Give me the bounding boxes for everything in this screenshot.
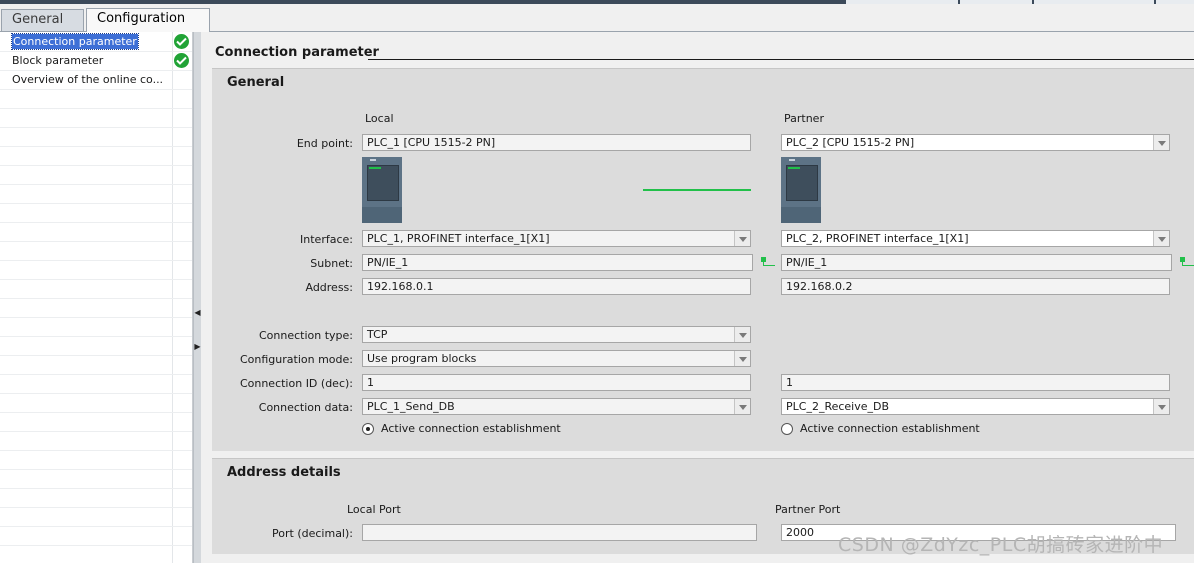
chevron-down-icon[interactable] [734,327,750,342]
page-title: Connection parameter [215,45,379,60]
local-connection-id-field[interactable]: 1 [362,374,751,391]
nav-empty-row [0,165,192,185]
local-active-establishment-label[interactable]: Active connection establishment [381,422,561,435]
connection-type-select[interactable]: TCP [362,326,751,343]
partner-port-header: Partner Port [775,503,841,516]
nav-empty-row [0,431,192,451]
tab-general[interactable]: General [1,9,84,31]
nav-empty-row [0,298,192,318]
partner-address-field[interactable]: 192.168.0.2 [781,278,1170,295]
nav-item-label[interactable]: Block parameter [12,53,103,68]
chevron-down-icon[interactable] [1153,231,1169,246]
interface-label: Interface: [300,233,353,246]
general-panel: General Local Partner End point: PLC_1 [… [212,68,1194,451]
local-interface-select[interactable]: PLC_1, PROFINET interface_1[X1] [362,230,751,247]
partner-interface-select[interactable]: PLC_2, PROFINET interface_1[X1] [781,230,1170,247]
local-port-header: Local Port [347,503,401,516]
inspector-tab-strip: General Configuration [0,4,1194,32]
nav-empty-row [0,374,192,394]
check-icon [174,53,189,68]
nav-empty-row [0,241,192,261]
nav-item-label[interactable]: Connection parameter [11,33,139,50]
chevron-down-icon[interactable] [1153,135,1169,150]
chevron-down-icon[interactable] [734,231,750,246]
partner-connection-id-field[interactable]: 1 [781,374,1170,391]
nav-empty-row [0,222,192,242]
local-column-header: Local [365,112,394,125]
nav-empty-row [0,526,192,546]
nav-empty-row [0,469,192,489]
tab-configuration[interactable]: Configuration [86,8,210,32]
nav-empty-row [0,89,192,109]
expand-right-arrow-icon[interactable]: ▶ [194,342,201,352]
local-plc-image [362,157,402,223]
connection-type-label: Connection type: [258,329,353,342]
chevron-down-icon[interactable] [734,399,750,414]
nav-item-online-overview[interactable]: Overview of the online co... [0,70,192,90]
nav-empty-row [0,279,192,299]
local-interface-value: PLC_1, PROFINET interface_1[X1] [367,232,550,245]
connection-line [643,189,751,191]
end-point-label: End point: [296,137,353,150]
local-end-point-field[interactable]: PLC_1 [CPU 1515-2 PN] [362,134,751,151]
address-details-title: Address details [227,465,341,480]
nav-empty-row [0,127,192,147]
partner-active-establishment-label[interactable]: Active connection establishment [800,422,980,435]
partner-end-point-select[interactable]: PLC_2 [CPU 1515-2 PN] [781,134,1170,151]
nav-empty-row [0,203,192,223]
pane-splitter[interactable]: ◀ ▶ [193,32,201,563]
configuration-mode-select[interactable]: Use program blocks [362,350,751,367]
nav-empty-row [0,184,192,204]
nav-item-block-parameter[interactable]: Block parameter [0,51,192,71]
nav-item-connection-parameter[interactable]: Connection parameter [0,32,192,52]
collapse-left-arrow-icon[interactable]: ◀ [194,308,201,318]
port-decimal-label: Port (decimal): [272,527,353,540]
connection-id-label: Connection ID (dec): [239,377,353,390]
nav-empty-row [0,412,192,432]
partner-column-header: Partner [784,112,824,125]
left-navigation-tree: Connection parameter Block parameter Ove… [0,32,193,563]
partner-end-point-value: PLC_2 [CPU 1515-2 PN] [786,136,915,149]
title-underline [368,59,1194,60]
check-icon [174,34,189,49]
configuration-mode-label: Configuration mode: [240,353,353,366]
nav-empty-row [0,393,192,413]
partner-connection-data-select[interactable]: PLC_2_Receive_DB [781,398,1170,415]
connection-data-label: Connection data: [258,401,353,414]
chevron-down-icon[interactable] [1153,399,1169,414]
network-port-icon [761,257,775,266]
configuration-mode-value: Use program blocks [367,352,477,365]
nav-empty-row [0,146,192,166]
chevron-down-icon[interactable] [734,351,750,366]
address-label: Address: [305,281,353,294]
network-port-icon [1180,257,1194,266]
partner-interface-value: PLC_2, PROFINET interface_1[X1] [786,232,969,245]
nav-empty-row [0,488,192,508]
nav-empty-row [0,317,192,337]
nav-empty-row [0,108,192,128]
nav-item-label[interactable]: Overview of the online co... [12,72,163,87]
local-connection-data-value: PLC_1_Send_DB [367,400,455,413]
nav-empty-row [0,336,192,356]
nav-empty-row [0,450,192,470]
connection-type-value: TCP [367,328,388,341]
local-port-field[interactable] [362,524,757,541]
subnet-label: Subnet: [310,257,353,270]
partner-plc-image [781,157,821,223]
partner-active-establishment-radio[interactable] [781,423,793,435]
content-area: Connection parameter General Local Partn… [201,32,1194,563]
nav-empty-row [0,260,192,280]
local-connection-data-select[interactable]: PLC_1_Send_DB [362,398,751,415]
nav-empty-row [0,507,192,527]
general-section-title: General [227,75,285,90]
local-address-field[interactable]: 192.168.0.1 [362,278,751,295]
nav-empty-row [0,355,192,375]
partner-connection-data-value: PLC_2_Receive_DB [786,400,890,413]
local-active-establishment-radio[interactable] [362,423,374,435]
local-subnet-field[interactable]: PN/IE_1 [362,254,753,271]
csdn-watermark: CSDN @ZdYzc_PLC胡搞砖家进阶中 [838,534,1164,556]
partner-subnet-field[interactable]: PN/IE_1 [781,254,1172,271]
